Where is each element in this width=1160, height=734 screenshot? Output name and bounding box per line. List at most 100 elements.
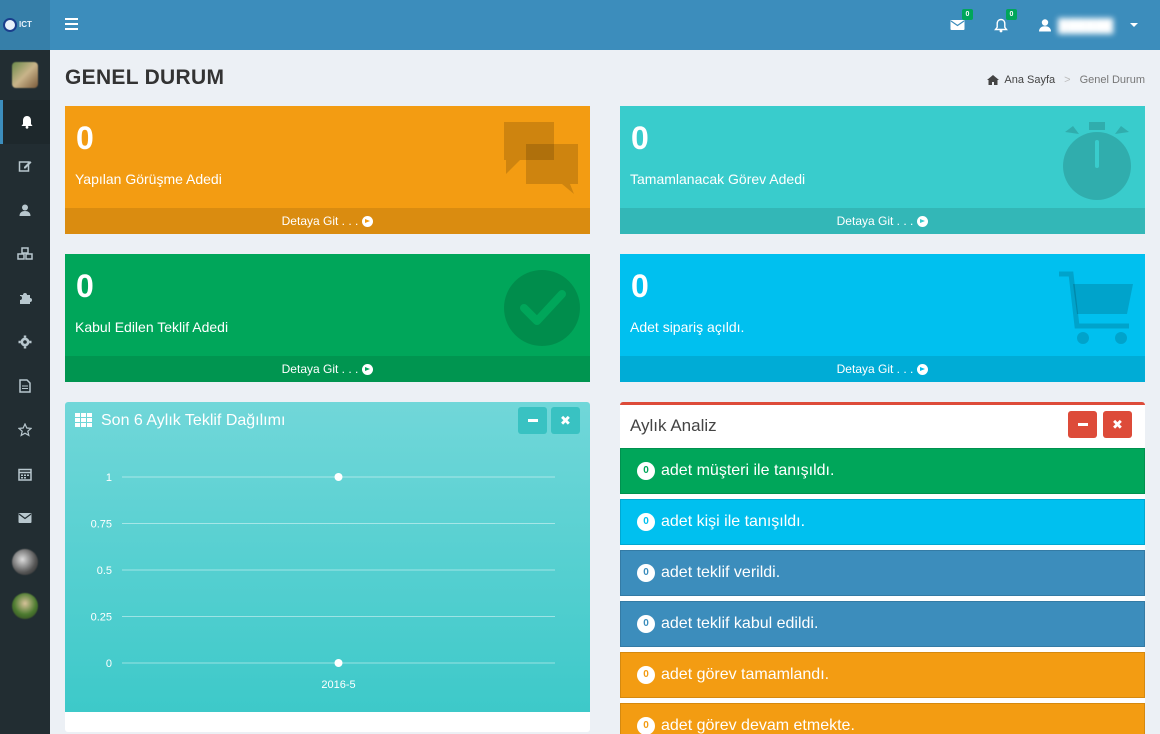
- sidebar-item-favorites[interactable]: [0, 408, 50, 452]
- details-link[interactable]: Detaya Git . . .: [620, 356, 1145, 382]
- analysis-item-tasks-ongoing[interactable]: 0 adet görev devam etmekte.: [620, 703, 1145, 734]
- y-tick-label: 0: [106, 658, 112, 670]
- logo-text: ICT: [19, 20, 32, 29]
- gear-icon: [18, 335, 32, 349]
- chevron-down-icon: [1130, 23, 1138, 27]
- stat-box-interviews: 0 Yapılan Görüşme Adedi Detaya Git . . .: [65, 106, 590, 234]
- count-badge: 0: [637, 462, 655, 480]
- breadcrumb: Ana Sayfa > Genel Durum: [987, 74, 1145, 86]
- details-link[interactable]: Detaya Git . . .: [65, 208, 590, 234]
- close-icon: ✖: [1112, 417, 1123, 432]
- count-badge: 0: [637, 666, 655, 684]
- data-point[interactable]: [334, 659, 343, 667]
- y-tick-label: 0.25: [91, 612, 112, 624]
- cubes-icon: [17, 247, 33, 260]
- x-tick-label: 2016-5: [321, 679, 355, 691]
- sidebar-user-avatar[interactable]: [0, 53, 50, 97]
- stopwatch-icon: [1063, 122, 1131, 200]
- sidebar-item-settings[interactable]: [0, 320, 50, 364]
- sidebar-item-edit[interactable]: [0, 144, 50, 188]
- top-navbar: 0 0 ██████: [50, 0, 1160, 50]
- analysis-item-text: adet kişi ile tanışıldı.: [661, 513, 806, 530]
- envelope-icon: [950, 20, 964, 30]
- stat-box-tasks: 0 Tamamlanacak Görev Adedi Detaya Git . …: [620, 106, 1145, 234]
- collapse-button[interactable]: [1068, 411, 1097, 438]
- messages-button[interactable]: 0: [948, 9, 973, 34]
- menu-toggle-icon[interactable]: [65, 18, 78, 30]
- breadcrumb-home-link[interactable]: Ana Sayfa: [1004, 74, 1055, 86]
- sidebar-item-mail[interactable]: [0, 496, 50, 540]
- stat-count: 0: [631, 268, 649, 304]
- y-tick-label: 1: [106, 472, 112, 484]
- analysis-item-offers-accepted[interactable]: 0 adet teklif kabul edildi.: [620, 601, 1145, 647]
- details-link-label: Detaya Git . . .: [281, 362, 359, 376]
- monthly-analysis-panel: Aylık Analiz ✖ 0 adet müşteri ile tanışı…: [620, 402, 1145, 734]
- sidebar-item-puzzle[interactable]: [0, 276, 50, 320]
- stat-box-orders: 0 Adet sipariş açıldı. Detaya Git . . .: [620, 254, 1145, 382]
- analysis-item-text: adet teklif verildi.: [661, 564, 781, 581]
- avatar: [12, 549, 38, 575]
- data-point[interactable]: [334, 473, 343, 481]
- sidebar-item-user[interactable]: [0, 188, 50, 232]
- details-link-label: Detaya Git . . .: [281, 214, 359, 228]
- file-text-icon: [19, 379, 31, 393]
- stat-count: 0: [76, 268, 94, 304]
- stat-label: Kabul Edilen Teklif Adedi: [75, 319, 229, 335]
- puzzle-icon: [20, 293, 32, 304]
- user-name-redacted: ██████: [1058, 17, 1114, 33]
- sidebar-user-photo-1[interactable]: [0, 540, 50, 584]
- count-badge: 0: [637, 717, 655, 734]
- user-icon: [19, 204, 31, 216]
- analysis-item-text: adet görev devam etmekte.: [661, 717, 855, 734]
- minus-icon: [1077, 423, 1088, 426]
- sidebar-item-document[interactable]: [0, 364, 50, 408]
- notifications-button[interactable]: 0: [992, 9, 1017, 34]
- logo-badge: ICT: [3, 14, 47, 36]
- comments-icon: [504, 122, 578, 194]
- analysis-item-customers[interactable]: 0 adet müşteri ile tanışıldı.: [620, 448, 1145, 494]
- chart-panel-body: Son 6 Aylık Teklif Dağılımı ✖ 1 0.75 0.5 0.…: [65, 402, 590, 712]
- stat-label: Yapılan Görüşme Adedi: [75, 171, 222, 187]
- calendar-icon: [18, 468, 32, 481]
- breadcrumb-current: Genel Durum: [1079, 74, 1145, 86]
- star-icon: [18, 423, 32, 437]
- avatar: [12, 62, 38, 88]
- sidebar: ICT: [0, 0, 50, 734]
- messages-badge: 0: [962, 9, 973, 20]
- analysis-item-persons[interactable]: 0 adet kişi ile tanışıldı.: [620, 499, 1145, 545]
- bell-icon: [21, 116, 32, 129]
- line-chart: 1 0.75 0.5 0.25 0 2016-5: [91, 472, 555, 691]
- user-icon: [1039, 19, 1051, 32]
- analysis-item-offers-given[interactable]: 0 adet teklif verildi.: [620, 550, 1145, 596]
- analysis-item-tasks-completed[interactable]: 0 adet görev tamamlandı.: [620, 652, 1145, 698]
- count-badge: 0: [637, 513, 655, 531]
- count-badge: 0: [637, 564, 655, 582]
- arrow-circle-right-icon: [917, 215, 929, 227]
- sidebar-item-calendar[interactable]: [0, 452, 50, 496]
- y-tick-label: 0.75: [91, 519, 112, 531]
- details-link[interactable]: Detaya Git . . .: [65, 356, 590, 382]
- avatar: [12, 593, 38, 619]
- details-link-label: Detaya Git . . .: [836, 214, 914, 228]
- remove-button[interactable]: ✖: [1103, 411, 1132, 438]
- details-link-label: Detaya Git . . .: [836, 362, 914, 376]
- monthly-analysis-title: Aylık Analiz: [630, 416, 717, 435]
- app-logo[interactable]: ICT: [0, 0, 50, 50]
- arrow-circle-right-icon: [917, 363, 929, 375]
- details-link[interactable]: Detaya Git . . .: [620, 208, 1145, 234]
- stat-count: 0: [76, 120, 94, 156]
- sidebar-user-photo-2[interactable]: [0, 584, 50, 628]
- arrow-circle-right-icon: [362, 363, 374, 375]
- shopping-cart-icon: [1059, 271, 1133, 344]
- stat-count: 0: [631, 120, 649, 156]
- globe-icon: [3, 18, 17, 32]
- sidebar-item-notifications[interactable]: [0, 100, 50, 144]
- arrow-circle-right-icon: [362, 215, 374, 227]
- breadcrumb-separator: >: [1064, 74, 1071, 86]
- user-menu[interactable]: ██████: [1038, 14, 1138, 36]
- check-circle-icon: [504, 270, 580, 346]
- chart-panel: Son 6 Aylık Teklif Dağılımı ✖ 1 0.75 0.5 0.…: [65, 402, 590, 732]
- sidebar-item-cubes[interactable]: [0, 232, 50, 276]
- count-badge: 0: [637, 615, 655, 633]
- analysis-item-text: adet görev tamamlandı.: [661, 666, 830, 683]
